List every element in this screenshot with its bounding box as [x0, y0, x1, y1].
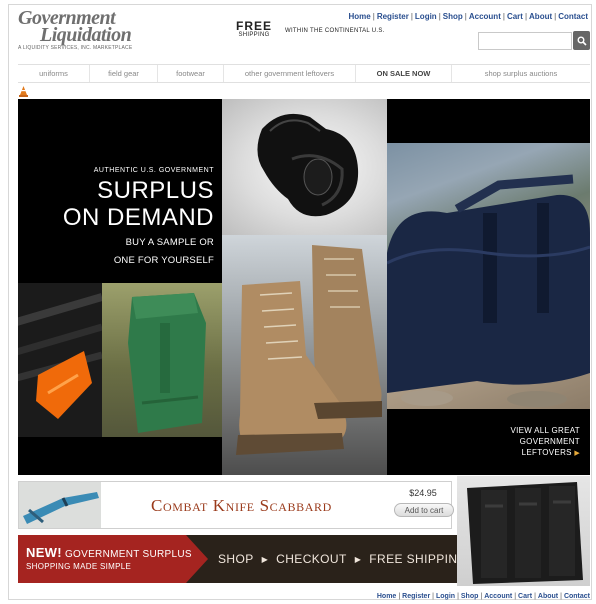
banner-line2: SHOPPING MADE SIMPLE — [26, 562, 132, 571]
footerlink-register[interactable]: Register — [402, 593, 430, 600]
nav-on-sale-now[interactable]: ON SALE NOW — [356, 65, 452, 82]
step-shop: SHOP — [218, 552, 254, 566]
step-checkout: CHECKOUT — [276, 552, 347, 566]
footerlink-account[interactable]: Account — [484, 593, 512, 600]
toplink-register[interactable]: Register — [377, 12, 409, 21]
view-line1: VIEW ALL GREAT — [510, 426, 580, 435]
top-links: Home | Register | Login | Shop | Account | Cart | Ab… — [348, 12, 588, 21]
hero-authentic: AUTHENTIC U.S. GOVERNMENT — [93, 167, 214, 174]
view-all-leftovers-link[interactable]: VIEW ALL GREAT GOVERNMENT LEFTOVERS ▶ — [510, 425, 580, 459]
free-shipping-note: WITHIN THE CONTINENTAL U.S. — [285, 28, 385, 34]
nav-other-leftovers[interactable]: other government leftovers — [224, 65, 356, 82]
nav-surplus-auctions[interactable]: shop surplus auctions — [452, 65, 590, 82]
bag-photo-top — [387, 99, 590, 143]
toplink-account[interactable]: Account — [469, 12, 501, 21]
search-button[interactable] — [573, 31, 590, 50]
nav-uniforms[interactable]: uniforms — [18, 65, 90, 82]
banner-new: NEW! — [26, 545, 62, 560]
nav-footwear[interactable]: footwear — [158, 65, 224, 82]
logo-tagline: A LIQUIDITY SERVICES, INC. MARKETPLACE — [18, 45, 133, 51]
traffic-cone-icon — [19, 86, 28, 97]
step-arrow-icon: ▶ — [261, 554, 269, 564]
nav-field-gear[interactable]: field gear — [90, 65, 158, 82]
footerlink-shop[interactable]: Shop — [461, 593, 479, 600]
banner-line1: GOVERNMENT SURPLUS — [64, 549, 192, 560]
hero-text-block: AUTHENTIC U.S. GOVERNMENT SURPLUS ON DEM… — [18, 99, 222, 283]
step-arrow-icon: ▶ — [354, 554, 362, 564]
green-pouch-photo — [102, 283, 222, 437]
hero-sub-line1: BUY A SAMPLE OR — [125, 237, 214, 248]
arrow-right-icon: ▶ — [574, 450, 580, 457]
footerlink-login[interactable]: Login — [436, 593, 455, 600]
toplink-shop[interactable]: Shop — [443, 12, 463, 21]
logo-line2: Liquidation — [40, 24, 132, 46]
toplink-home[interactable]: Home — [349, 12, 371, 21]
search-icon — [577, 36, 587, 46]
shipping-label: SHIPPING — [238, 32, 270, 38]
free-label: FREE — [236, 19, 273, 33]
site-logo[interactable]: Government Liquidation A LIQUIDITY SERVI… — [18, 8, 168, 51]
hero-banner[interactable]: AUTHENTIC U.S. GOVERNMENT SURPLUS ON DEM… — [18, 99, 590, 475]
hero-sub-line2: ONE FOR YOURSELF — [113, 255, 214, 266]
hero-surplus: SURPLUS — [97, 177, 214, 204]
toplink-login[interactable]: Login — [415, 12, 437, 21]
scabbard-title: Combat Knife Scabbard — [151, 496, 332, 515]
scabbard-price: $24.95 — [409, 488, 437, 498]
footerlink-contact[interactable]: Contact — [564, 593, 590, 600]
add-to-cart-button[interactable]: Add to cart — [394, 503, 454, 517]
toplink-cart[interactable]: Cart — [507, 12, 523, 21]
scabbard-promo[interactable]: Combat Knife Scabbard $24.95 Add to cart — [18, 481, 454, 529]
toplink-about[interactable]: About — [529, 12, 552, 21]
magazine-pouch-photo[interactable] — [457, 476, 590, 586]
holster-photo — [222, 99, 387, 235]
banner-steps: SHOP ▶ CHECKOUT ▶ FREE SHIPPING — [218, 552, 467, 566]
desert-boots-photo — [222, 235, 387, 475]
free-shipping-badge: FREE SHIPPING — [236, 20, 272, 38]
main-nav: uniforms field gear footwear other gover… — [18, 64, 590, 83]
footer-links: Home | Register | Login | Shop | Account | Cart | Ab… — [376, 593, 590, 600]
hero-on-demand: ON DEMAND — [62, 204, 214, 231]
view-line2: GOVERNMENT — [519, 437, 580, 446]
tent-stakes-photo — [18, 283, 102, 437]
shop-made-simple-banner[interactable]: NEW! GOVERNMENT SURPLUS SHOPPING MADE SI… — [18, 535, 467, 583]
search-input[interactable] — [478, 32, 572, 50]
footerlink-home[interactable]: Home — [377, 593, 396, 600]
view-line3: LEFTOVERS — [521, 448, 572, 457]
step-free-shipping: FREE SHIPPING — [369, 552, 468, 566]
footerlink-cart[interactable]: Cart — [518, 593, 532, 600]
duffel-bag-photo — [387, 143, 590, 409]
banner-headline: NEW! GOVERNMENT SURPLUS — [26, 545, 192, 560]
footerlink-about[interactable]: About — [538, 593, 558, 600]
toplink-contact[interactable]: Contact — [558, 12, 588, 21]
knife-scabbard-photo — [19, 482, 101, 528]
